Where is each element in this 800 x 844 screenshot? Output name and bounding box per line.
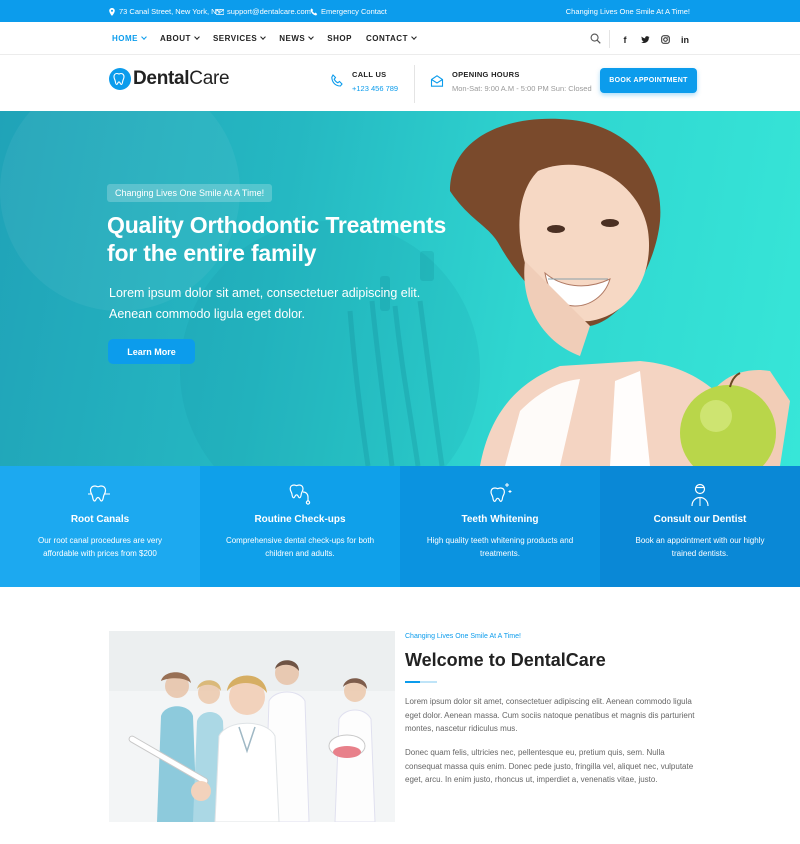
hero-subtitle-line-1: Lorem ipsum dolor sit amet, consectetuer…: [109, 286, 421, 300]
feature-description: High quality teeth whitening products an…: [426, 536, 574, 558]
about-kicker: Changing Lives One Smile At A Time!: [405, 633, 521, 640]
instagram-icon[interactable]: [660, 35, 670, 46]
call-us-number[interactable]: +123 456 789: [352, 84, 398, 93]
nav-divider: [609, 30, 610, 48]
feature-description: Our root canal procedures are very affor…: [37, 536, 163, 558]
location-pin-icon: [109, 7, 115, 16]
chevron-down-icon: [411, 34, 417, 40]
feature-title: Routine Check-ups: [254, 514, 346, 525]
phone-icon: [310, 7, 318, 15]
feature-teeth-whitening[interactable]: Teeth Whitening High quality teeth white…: [400, 466, 600, 587]
feature-consult-dentist[interactable]: Consult our Dentist Book an appointment …: [600, 466, 800, 587]
email-item[interactable]: support@dentalcare.com: [216, 7, 311, 16]
tooth-icon: [88, 485, 110, 502]
brand-prefix: Dental: [133, 68, 190, 89]
social-links: f in: [620, 35, 690, 46]
main-nav: HOME ABOUT SERVICES NEWS SHOP CONTACT f …: [0, 22, 800, 55]
nav-item-home[interactable]: HOME: [112, 34, 147, 43]
hero-title: Quality Orthodontic Treatments for the en…: [107, 211, 527, 267]
twitter-icon[interactable]: [640, 35, 650, 46]
linkedin-icon[interactable]: in: [680, 35, 690, 46]
book-appointment-button[interactable]: BOOK APPOINTMENT: [600, 68, 697, 93]
feature-title: Root Canals: [70, 514, 130, 525]
about-paragraph-1: Lorem ipsum dolor sit amet, consectetuer…: [405, 697, 695, 733]
search-icon[interactable]: [590, 33, 601, 44]
feature-description: Comprehensive dental check-ups for both …: [225, 536, 375, 558]
hero-title-line-2: for the entire family: [107, 240, 317, 266]
hero-tagline-pill: Changing Lives One Smile At A Time!: [107, 184, 273, 202]
features-strip: Root Canals Our root canal procedures ar…: [0, 466, 800, 587]
feature-routine-checkups[interactable]: Routine Check-ups Comprehensive dental c…: [200, 466, 400, 587]
about-title: Welcome to DentalCare: [405, 650, 606, 670]
nav-menu: HOME ABOUT SERVICES NEWS SHOP CONTACT: [112, 34, 430, 43]
dental-team-illustration: [109, 631, 395, 822]
chevron-down-icon: [141, 34, 147, 40]
emergency-item[interactable]: Emergency Contact: [310, 7, 387, 16]
top-bar: 73 Canal Street, New York, NY support@de…: [0, 0, 800, 22]
nav-item-contact[interactable]: CONTACT: [365, 34, 417, 43]
call-us-block: CALL US +123 456 789: [330, 70, 398, 93]
feature-description: Book an appointment with our highly trai…: [635, 536, 765, 558]
hero-banner: Changing Lives One Smile At A Time! Qual…: [0, 111, 800, 466]
nav-item-label: SERVICES: [212, 34, 258, 43]
opening-hours-block: OPENING HOURS Mon-Sat: 9:00 A.M - 5:00 P…: [430, 70, 592, 93]
chevron-down-icon: [260, 34, 267, 40]
site-logo[interactable]: DentalCare: [109, 68, 230, 90]
title-underline-accent: [420, 681, 437, 683]
sparkle-tooth-icon: [490, 483, 512, 503]
email-link[interactable]: support@dentalcare.com: [227, 7, 311, 16]
tooth-logo-icon: [109, 68, 131, 90]
brand-name: DentalCare: [133, 68, 230, 90]
phone-icon: [331, 74, 343, 87]
brand-suffix: Care: [189, 68, 230, 89]
opening-hours-value: Mon-Sat: 9:00 A.M - 5:00 PM Sun: Closed: [452, 84, 592, 93]
learn-more-button[interactable]: Learn More: [108, 339, 195, 364]
stethoscope-tooth-icon: [289, 484, 311, 505]
team-photo: [109, 631, 395, 822]
nav-item-services[interactable]: SERVICES: [212, 34, 267, 43]
envelope-open-icon: [430, 75, 444, 87]
about-paragraph-2: Donec quam felis, ultricies nec, pellent…: [405, 748, 694, 784]
call-us-label: CALL US: [352, 70, 387, 79]
nav-item-label: NEWS: [279, 34, 306, 43]
opening-hours-label: OPENING HOURS: [452, 70, 520, 79]
site-header: DentalCare CALL US +123 456 789 OPENING …: [0, 55, 800, 111]
hero-subtitle-line-2: Aenean commodo ligula eget dolor.: [109, 307, 305, 321]
address-text: 73 Canal Street, New York, NY: [119, 7, 222, 16]
nav-item-label: ABOUT: [160, 34, 191, 43]
envelope-icon: [216, 8, 224, 15]
nav-item-label: SHOP: [327, 34, 352, 43]
nav-item-news[interactable]: NEWS: [279, 34, 315, 43]
feature-title: Teeth Whitening: [461, 514, 539, 525]
nav-item-shop[interactable]: SHOP: [327, 34, 352, 43]
emergency-link[interactable]: Emergency Contact: [321, 7, 387, 16]
dentist-icon: [691, 483, 709, 507]
hero-subtitle: Lorem ipsum dolor sit amet, consectetuer…: [109, 283, 469, 325]
nav-item-label: CONTACT: [365, 34, 408, 43]
topbar-tagline: Changing Lives One Smile At A Time!: [565, 7, 690, 16]
address-item: 73 Canal Street, New York, NY: [108, 7, 222, 16]
facebook-icon[interactable]: f: [620, 35, 630, 46]
chevron-down-icon: [194, 34, 200, 40]
feature-root-canals[interactable]: Root Canals Our root canal procedures ar…: [0, 466, 200, 587]
chevron-down-icon: [308, 34, 315, 40]
nav-item-about[interactable]: ABOUT: [160, 34, 200, 43]
header-divider: [414, 65, 415, 103]
feature-title: Consult our Dentist: [653, 514, 747, 525]
nav-item-label: HOME: [112, 34, 138, 43]
hero-title-line-1: Quality Orthodontic Treatments: [107, 212, 447, 238]
